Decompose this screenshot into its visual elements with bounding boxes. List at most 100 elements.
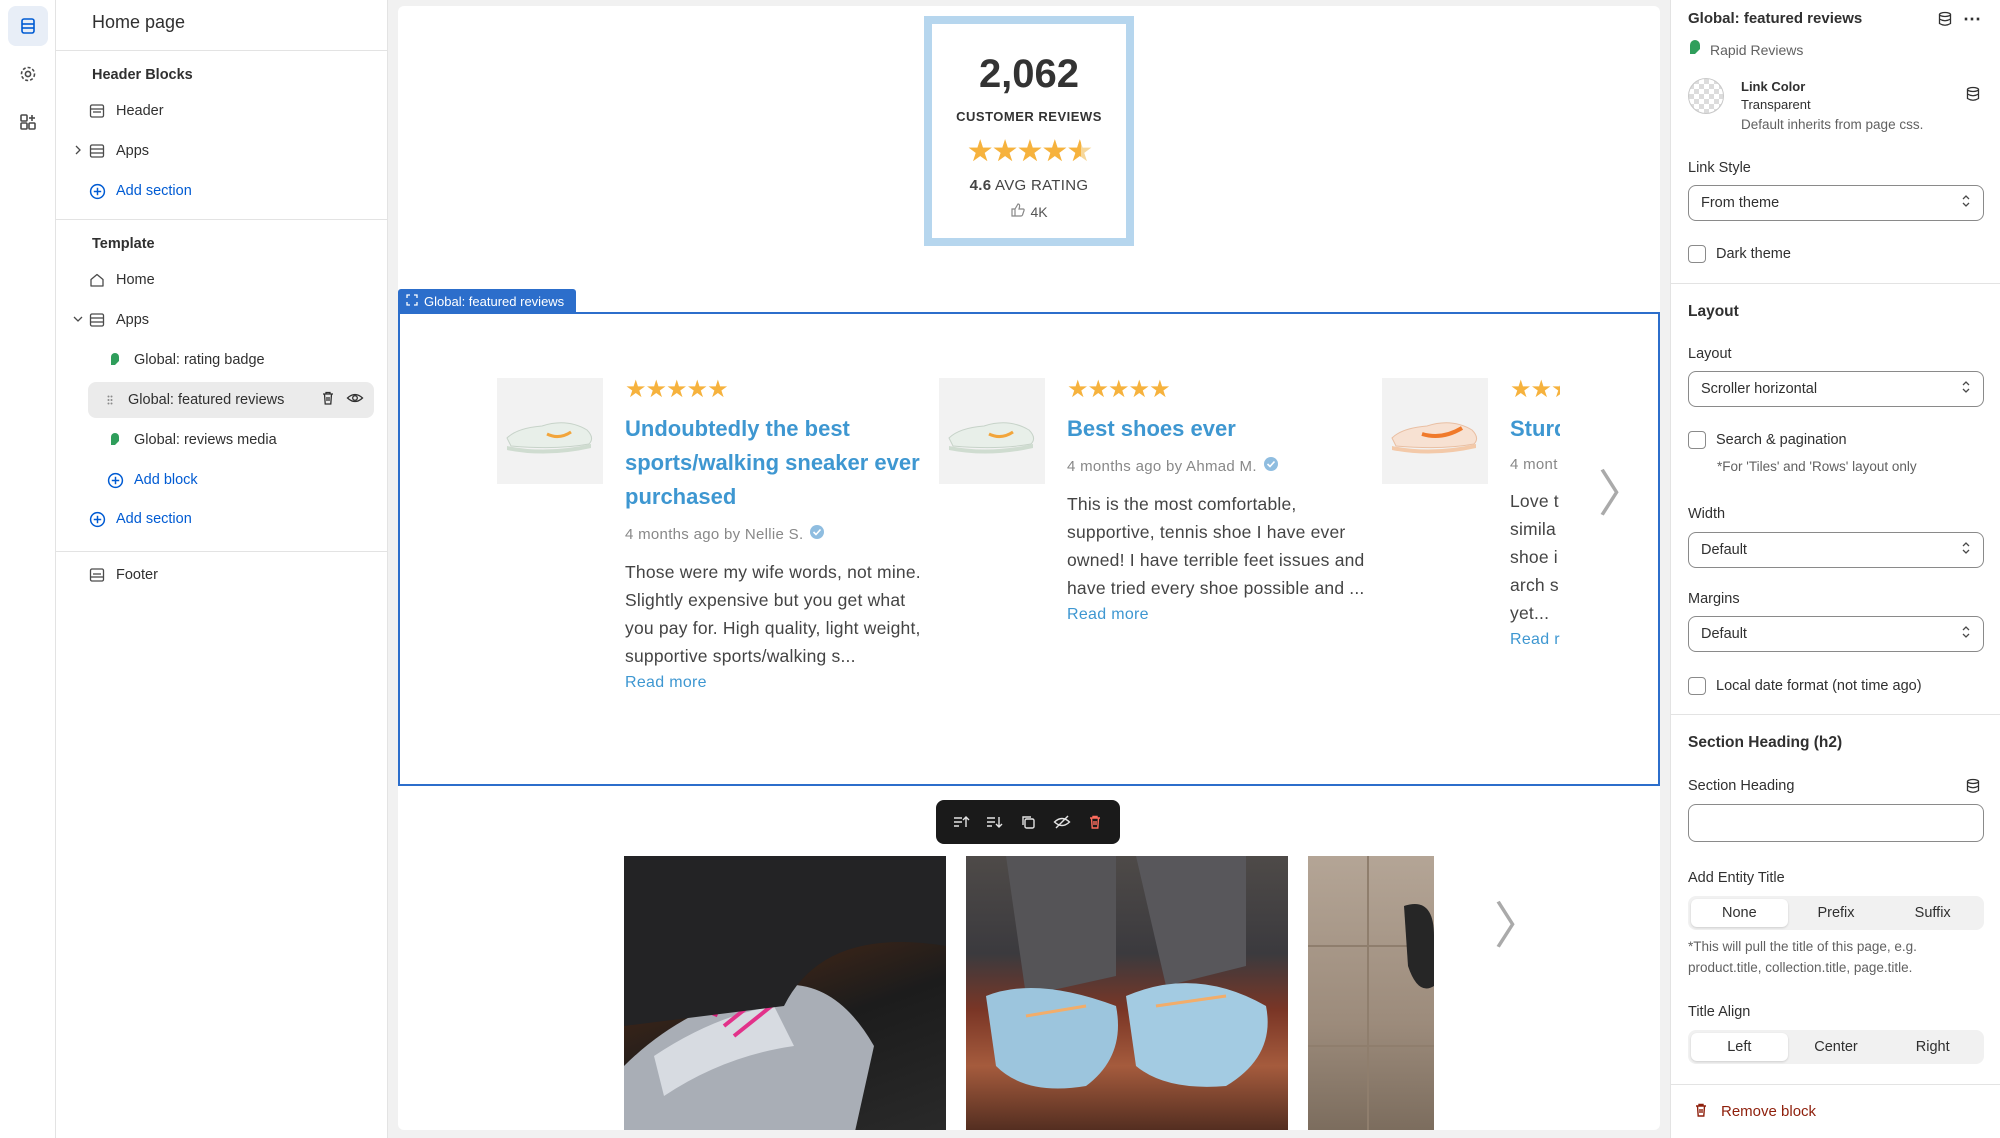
- move-up-icon[interactable]: [948, 809, 974, 835]
- dark-theme-checkbox[interactable]: Dark theme: [1688, 245, 1791, 263]
- align-option-left[interactable]: Left: [1691, 1033, 1788, 1061]
- more-options-icon[interactable]: ⋯: [1963, 9, 1981, 30]
- read-more-link[interactable]: Read more: [1067, 606, 1367, 624]
- tree-item-label: Header: [116, 103, 164, 119]
- add-block-button[interactable]: Add block: [104, 462, 374, 498]
- add-section-label: Add section: [116, 183, 192, 199]
- plus-circle-icon: [104, 469, 126, 491]
- checkbox[interactable]: [1688, 677, 1706, 695]
- media-next-arrow[interactable]: 〉: [1494, 886, 1544, 958]
- align-option-right[interactable]: Right: [1884, 1033, 1981, 1061]
- apps-icon[interactable]: [8, 102, 48, 142]
- align-option-center[interactable]: Center: [1788, 1033, 1885, 1061]
- local-date-checkbox[interactable]: Local date format (not time ago): [1688, 677, 1922, 695]
- review-meta-text: 4 mont: [1510, 456, 1558, 473]
- drag-handle-icon[interactable]: [104, 389, 116, 411]
- database-icon[interactable]: [1965, 778, 1981, 799]
- template-title: Template: [92, 236, 155, 252]
- checkbox[interactable]: [1688, 245, 1706, 263]
- width-select[interactable]: Default: [1688, 532, 1984, 568]
- tree-item-header[interactable]: Header: [86, 93, 372, 129]
- review-media-photo[interactable]: [966, 856, 1288, 1130]
- divider: [56, 219, 387, 220]
- thumbs-up-icon: [1010, 202, 1026, 221]
- review-title[interactable]: Sturd – Lov: [1510, 412, 1560, 446]
- header-section-icon: [86, 100, 108, 122]
- tree-item-template-apps[interactable]: Apps: [73, 302, 372, 338]
- margins-value: Default: [1701, 626, 1747, 642]
- gear-icon[interactable]: [8, 54, 48, 94]
- carousel-next-arrow[interactable]: 〉: [1598, 454, 1648, 526]
- avg-rating-label: AVG RATING: [995, 177, 1089, 194]
- trash-icon[interactable]: [320, 390, 336, 410]
- add-section-button[interactable]: Add section: [86, 173, 372, 209]
- review-media-photo[interactable]: [1308, 856, 1434, 1130]
- tree-item-label: Apps: [116, 312, 150, 328]
- review-meta: 4 months ago by Ahmad M.: [1067, 456, 1367, 476]
- preview-canvas: 2,062 CUSTOMER REVIEWS ★★★★★ ★★★★★ 4.6 A…: [398, 6, 1660, 1130]
- select-arrows-icon: [1961, 625, 1971, 643]
- review-title[interactable]: Undoubtedly the best sports/walking snea…: [625, 412, 925, 514]
- review-stars: ★★★★★: [625, 376, 729, 403]
- tree-item-footer[interactable]: Footer: [86, 557, 372, 593]
- hide-icon[interactable]: [1049, 809, 1075, 835]
- layout-heading: Layout: [1688, 303, 1739, 320]
- review-text: Love t simila shoe i arch s yet...: [1510, 491, 1559, 623]
- avg-rating: 4.6 AVG RATING: [932, 177, 1126, 194]
- move-down-icon[interactable]: [981, 809, 1007, 835]
- review-text: This is the most comfortable, supportive…: [1067, 494, 1365, 598]
- app-name: Rapid Reviews: [1710, 41, 1804, 58]
- apps-section-icon: [86, 140, 108, 162]
- tree-item-home[interactable]: Home: [86, 262, 372, 298]
- tree-item-header-apps[interactable]: Apps: [75, 133, 372, 169]
- database-icon[interactable]: [1965, 86, 1981, 107]
- chevron-right-icon[interactable]: [70, 142, 86, 158]
- icon-rail: [0, 0, 56, 1138]
- tree-item-block[interactable]: Global: rating badge: [104, 342, 374, 378]
- tree-item-block-selected[interactable]: Global: featured reviews: [88, 382, 374, 418]
- margins-select[interactable]: Default: [1688, 616, 1984, 652]
- footer-section-icon: [86, 564, 108, 586]
- sections-icon[interactable]: [8, 6, 48, 46]
- section-heading-input[interactable]: [1688, 804, 1984, 842]
- tree-item-label: Apps: [116, 143, 150, 159]
- settings-title: Global: featured reviews: [1688, 10, 1863, 27]
- entity-option-prefix[interactable]: Prefix: [1788, 899, 1885, 927]
- tree-item-block[interactable]: Global: reviews media: [104, 422, 374, 458]
- add-section-label: Add section: [116, 511, 192, 527]
- review-title[interactable]: Best shoes ever: [1067, 412, 1367, 446]
- link-style-select[interactable]: From theme: [1688, 185, 1984, 221]
- verified-badge-icon: [809, 524, 825, 544]
- selected-block-tag[interactable]: Global: featured reviews: [398, 289, 577, 313]
- page-title: Home page: [92, 12, 186, 32]
- checkbox[interactable]: [1688, 431, 1706, 449]
- review-count: 2,062: [978, 52, 1080, 96]
- chevron-down-icon[interactable]: [70, 311, 86, 327]
- database-icon[interactable]: [1937, 11, 1953, 32]
- rating-badge[interactable]: 2,062 CUSTOMER REVIEWS ★★★★★ ★★★★★ 4.6 A…: [924, 16, 1134, 246]
- remove-block-button[interactable]: Remove block: [1671, 1084, 2000, 1138]
- review-media-photo[interactable]: [624, 856, 946, 1130]
- link-style-label: Link Style: [1688, 160, 1751, 176]
- duplicate-icon[interactable]: [1015, 809, 1041, 835]
- read-more-link[interactable]: Read r: [1510, 631, 1560, 649]
- remove-block-label: Remove block: [1721, 1103, 1817, 1120]
- add-section-button[interactable]: Add section: [86, 501, 372, 537]
- search-pagination-checkbox[interactable]: Search & pagination: [1688, 431, 1847, 449]
- search-pagination-help: *For 'Tiles' and 'Rows' layout only: [1717, 459, 1917, 474]
- link-color-swatch[interactable]: [1688, 78, 1724, 114]
- delete-icon[interactable]: [1082, 809, 1108, 835]
- entity-option-none[interactable]: None: [1691, 899, 1788, 927]
- read-more-link[interactable]: Read more: [625, 674, 925, 692]
- avg-rating-value: 4.6: [969, 177, 992, 194]
- select-arrows-icon: [1961, 194, 1971, 212]
- section-heading-title: Section Heading (h2): [1688, 734, 1843, 751]
- link-style-value: From theme: [1701, 195, 1780, 211]
- verified-badge-icon: [1263, 456, 1279, 476]
- divider: [1671, 283, 2000, 284]
- layout-select[interactable]: Scroller horizontal: [1688, 371, 1984, 407]
- title-align-label: Title Align: [1688, 1004, 1751, 1020]
- width-value: Default: [1701, 542, 1747, 558]
- entity-option-suffix[interactable]: Suffix: [1884, 899, 1981, 927]
- eye-icon[interactable]: [346, 390, 364, 410]
